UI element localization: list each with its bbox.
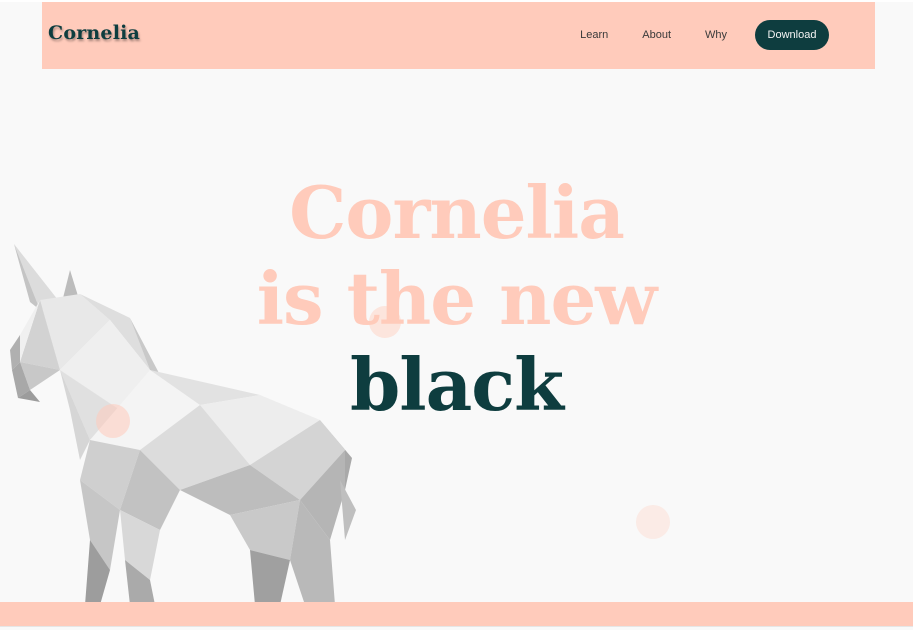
decorative-bubble	[636, 505, 670, 539]
hero-line-2: is the new	[256, 256, 658, 341]
nav-link-learn[interactable]: Learn	[580, 29, 608, 41]
footer-divider	[0, 626, 913, 627]
hero-line-1: Cornelia	[289, 170, 625, 255]
brand-logo[interactable]: Cornelia	[48, 22, 140, 44]
footer-bar	[0, 602, 913, 626]
hero-line-3: black	[349, 342, 564, 427]
download-button[interactable]: Download	[755, 20, 829, 50]
navbar: Cornelia Learn About Why Download	[42, 2, 875, 69]
landing-page: Cornelia Learn About Why Download Cornel…	[0, 0, 913, 630]
nav-links: Learn About Why Download	[580, 20, 829, 50]
nav-link-about[interactable]: About	[642, 29, 671, 41]
hero-headline: Cornelia is the new black	[0, 170, 913, 428]
nav-link-why[interactable]: Why	[705, 29, 727, 41]
decorative-bubble	[96, 404, 130, 438]
decorative-bubble	[369, 306, 401, 338]
